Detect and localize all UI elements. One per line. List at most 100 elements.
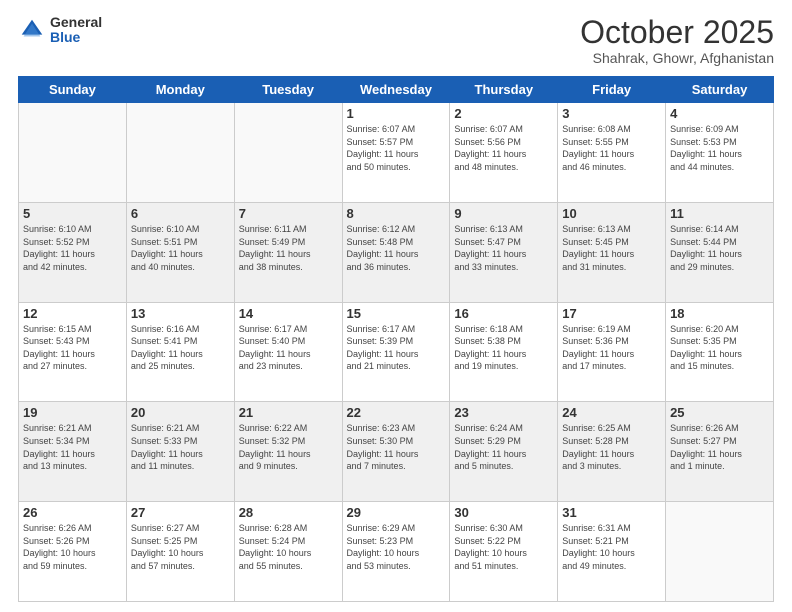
day-info: Sunrise: 6:17 AMSunset: 5:40 PMDaylight:… (239, 323, 338, 373)
month-title: October 2025 (580, 15, 774, 50)
calendar-day-header: Thursday (450, 77, 558, 103)
calendar-day-cell: 26 Sunrise: 6:26 AMSunset: 5:26 PMDayligh… (19, 502, 127, 602)
calendar-day-cell: 9Sunrise: 6:13 AMSunset: 5:47 PMDaylight… (450, 202, 558, 302)
day-number: 20 (131, 405, 230, 420)
calendar-day-cell: 4 Sunrise: 6:09 AMSunset: 5:53 PMDaylight… (666, 103, 774, 203)
day-number: 16 (454, 306, 553, 321)
calendar-day-cell: 25Sunrise: 6:26 AMSunset: 5:27 PMDayligh… (666, 402, 774, 502)
calendar-day-cell: 10 Sunrise: 6:13 AMSunset: 5:45 PMDayligh… (558, 202, 666, 302)
calendar-day-cell: 31 Sunrise: 6:31 AMSunset: 5:21 PMDayligh… (558, 502, 666, 602)
day-number: 26 (23, 505, 122, 520)
day-number: 21 (239, 405, 338, 420)
calendar-day-header: Saturday (666, 77, 774, 103)
day-number: 18 (670, 306, 769, 321)
calendar-day-cell: 23Sunrise: 6:24 AMSunset: 5:29 PMDayligh… (450, 402, 558, 502)
day-number: 27 (131, 505, 230, 520)
day-number: 1 (347, 106, 446, 121)
calendar: SundayMondayTuesdayWednesdayThursdayFrid… (18, 76, 774, 602)
day-info: Sunrise: 6:28 AMSunset: 5:24 PMDaylight:… (239, 522, 338, 572)
calendar-day-cell: 1Sunrise: 6:07 AMSunset: 5:57 PMDaylight… (342, 103, 450, 203)
logo: General Blue (18, 15, 102, 46)
day-info: Sunrise: 6:08 AMSunset: 5:55 PMDaylight:… (562, 123, 661, 173)
day-info: Sunrise: 6:16 AMSunset: 5:41 PMDaylight:… (131, 323, 230, 373)
day-info: Sunrise: 6:13 AMSunset: 5:45 PMDaylight:… (562, 223, 661, 273)
day-number: 6 (131, 206, 230, 221)
calendar-day-cell: 19 Sunrise: 6:21 AMSunset: 5:34 PMDayligh… (19, 402, 127, 502)
calendar-week-row: 1Sunrise: 6:07 AMSunset: 5:57 PMDaylight… (19, 103, 774, 203)
location: Shahrak, Ghowr, Afghanistan (580, 50, 774, 66)
day-info: Sunrise: 6:15 AMSunset: 5:43 PMDaylight:… (23, 323, 122, 373)
day-number: 31 (562, 505, 661, 520)
day-number: 15 (347, 306, 446, 321)
calendar-day-cell: 15Sunrise: 6:17 AMSunset: 5:39 PMDayligh… (342, 302, 450, 402)
day-info: Sunrise: 6:14 AMSunset: 5:44 PMDaylight:… (670, 223, 769, 273)
calendar-day-cell: 14 Sunrise: 6:17 AMSunset: 5:40 PMDayligh… (234, 302, 342, 402)
page: General Blue October 2025 Shahrak, Ghowr… (0, 0, 792, 612)
calendar-day-cell: 24 Sunrise: 6:25 AMSunset: 5:28 PMDayligh… (558, 402, 666, 502)
logo-blue-text: Blue (50, 30, 102, 45)
day-info: Sunrise: 6:23 AMSunset: 5:30 PMDaylight:… (347, 422, 446, 472)
day-info: Sunrise: 6:18 AMSunset: 5:38 PMDaylight:… (454, 323, 553, 373)
logo-text: General Blue (50, 15, 102, 46)
day-number: 28 (239, 505, 338, 520)
calendar-day-cell: 28 Sunrise: 6:28 AMSunset: 5:24 PMDayligh… (234, 502, 342, 602)
day-number: 8 (347, 206, 446, 221)
calendar-week-row: 12Sunrise: 6:15 AMSunset: 5:43 PMDayligh… (19, 302, 774, 402)
calendar-day-cell: 18 Sunrise: 6:20 AMSunset: 5:35 PMDayligh… (666, 302, 774, 402)
calendar-day-cell: 21Sunrise: 6:22 AMSunset: 5:32 PMDayligh… (234, 402, 342, 502)
day-info: Sunrise: 6:12 AMSunset: 5:48 PMDaylight:… (347, 223, 446, 273)
day-info: Sunrise: 6:20 AMSunset: 5:35 PMDaylight:… (670, 323, 769, 373)
calendar-day-cell (19, 103, 127, 203)
calendar-day-cell: 20 Sunrise: 6:21 AMSunset: 5:33 PMDayligh… (126, 402, 234, 502)
calendar-day-cell: 8 Sunrise: 6:12 AMSunset: 5:48 PMDaylight… (342, 202, 450, 302)
calendar-day-cell: 13 Sunrise: 6:16 AMSunset: 5:41 PMDayligh… (126, 302, 234, 402)
calendar-day-header: Sunday (19, 77, 127, 103)
calendar-day-cell: 6 Sunrise: 6:10 AMSunset: 5:51 PMDaylight… (126, 202, 234, 302)
day-info: Sunrise: 6:21 AMSunset: 5:34 PMDaylight:… (23, 422, 122, 472)
calendar-day-cell (666, 502, 774, 602)
day-number: 22 (347, 405, 446, 420)
header-right: October 2025 Shahrak, Ghowr, Afghanistan (580, 15, 774, 66)
day-info: Sunrise: 6:27 AMSunset: 5:25 PMDaylight:… (131, 522, 230, 572)
calendar-day-cell: 22 Sunrise: 6:23 AMSunset: 5:30 PMDayligh… (342, 402, 450, 502)
calendar-day-cell: 5Sunrise: 6:10 AMSunset: 5:52 PMDaylight… (19, 202, 127, 302)
day-number: 17 (562, 306, 661, 321)
day-number: 10 (562, 206, 661, 221)
day-number: 19 (23, 405, 122, 420)
calendar-day-cell: 29Sunrise: 6:29 AMSunset: 5:23 PMDayligh… (342, 502, 450, 602)
day-info: Sunrise: 6:21 AMSunset: 5:33 PMDaylight:… (131, 422, 230, 472)
day-info: Sunrise: 6:10 AMSunset: 5:51 PMDaylight:… (131, 223, 230, 273)
calendar-day-cell: 17Sunrise: 6:19 AMSunset: 5:36 PMDayligh… (558, 302, 666, 402)
day-info: Sunrise: 6:30 AMSunset: 5:22 PMDaylight:… (454, 522, 553, 572)
calendar-day-cell: 16 Sunrise: 6:18 AMSunset: 5:38 PMDayligh… (450, 302, 558, 402)
day-number: 23 (454, 405, 553, 420)
day-info: Sunrise: 6:31 AMSunset: 5:21 PMDaylight:… (562, 522, 661, 572)
day-number: 24 (562, 405, 661, 420)
calendar-day-cell: 27 Sunrise: 6:27 AMSunset: 5:25 PMDayligh… (126, 502, 234, 602)
calendar-header-row: SundayMondayTuesdayWednesdayThursdayFrid… (19, 77, 774, 103)
calendar-day-cell: 7 Sunrise: 6:11 AMSunset: 5:49 PMDaylight… (234, 202, 342, 302)
day-number: 14 (239, 306, 338, 321)
calendar-day-header: Monday (126, 77, 234, 103)
day-info: Sunrise: 6:09 AMSunset: 5:53 PMDaylight:… (670, 123, 769, 173)
day-number: 4 (670, 106, 769, 121)
day-number: 3 (562, 106, 661, 121)
logo-general-text: General (50, 15, 102, 30)
day-number: 11 (670, 206, 769, 221)
calendar-day-header: Wednesday (342, 77, 450, 103)
day-info: Sunrise: 6:11 AMSunset: 5:49 PMDaylight:… (239, 223, 338, 273)
day-number: 7 (239, 206, 338, 221)
day-info: Sunrise: 6:07 AMSunset: 5:56 PMDaylight:… (454, 123, 553, 173)
day-info: Sunrise: 6:25 AMSunset: 5:28 PMDaylight:… (562, 422, 661, 472)
day-number: 5 (23, 206, 122, 221)
calendar-day-cell: 11 Sunrise: 6:14 AMSunset: 5:44 PMDayligh… (666, 202, 774, 302)
day-number: 2 (454, 106, 553, 121)
calendar-week-row: 26 Sunrise: 6:26 AMSunset: 5:26 PMDayligh… (19, 502, 774, 602)
header: General Blue October 2025 Shahrak, Ghowr… (18, 15, 774, 66)
calendar-week-row: 19 Sunrise: 6:21 AMSunset: 5:34 PMDayligh… (19, 402, 774, 502)
day-number: 13 (131, 306, 230, 321)
day-info: Sunrise: 6:26 AMSunset: 5:26 PMDaylight:… (23, 522, 122, 572)
calendar-day-cell (234, 103, 342, 203)
calendar-day-cell: 12Sunrise: 6:15 AMSunset: 5:43 PMDayligh… (19, 302, 127, 402)
day-number: 25 (670, 405, 769, 420)
